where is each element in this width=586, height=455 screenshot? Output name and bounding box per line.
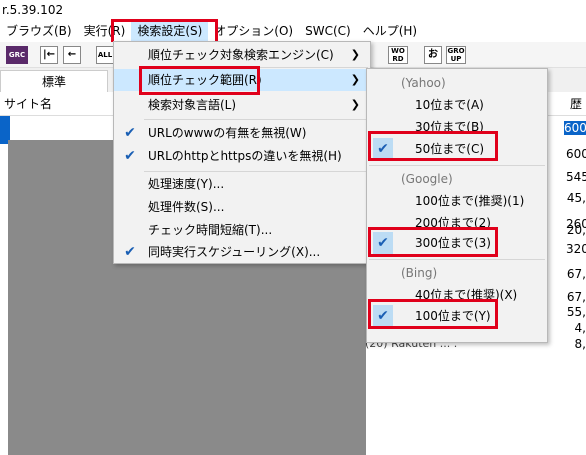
menu-item-label: URLのhttpとhttpsの違いを無視(H) xyxy=(148,149,342,163)
separator xyxy=(369,259,545,260)
menu-item-time-shorten[interactable]: チェック時間短縮(T)... xyxy=(114,219,370,241)
menu-item-label: 200位まで(2) xyxy=(415,216,491,230)
menu-item-search-language[interactable]: 検索対象言語(L) ❯ xyxy=(114,94,370,116)
menu-item-scheduling[interactable]: ✔ 同時実行スケジューリング(X)... xyxy=(114,241,370,263)
menu-item-label: 順位チェック範囲(R) xyxy=(148,73,262,87)
separator xyxy=(369,165,545,166)
menu-item-label: 順位チェック対象検索エンジン(C) xyxy=(148,48,334,62)
o-button[interactable]: お xyxy=(424,46,442,64)
menu-item-label: 50位まで(C) xyxy=(415,142,485,156)
table-cell: 67, xyxy=(566,290,586,304)
submenu-item-yahoo-30[interactable]: 30位まで(B) xyxy=(367,116,547,138)
submenu-arrow-icon: ❯ xyxy=(350,98,360,111)
submenu-item-bing-100[interactable]: ✔ 100位まで(Y) xyxy=(367,305,547,327)
tab-standard[interactable]: 標準 xyxy=(0,70,108,92)
menu-item-search-engines[interactable]: 順位チェック対象検索エンジン(C) ❯ xyxy=(114,44,370,66)
submenu-item-yahoo-10[interactable]: 10位まで(A) xyxy=(367,94,547,116)
prev-button[interactable]: ← xyxy=(63,46,81,64)
menu-help[interactable]: ヘルプ(H) xyxy=(357,20,423,42)
table-cell: 600, xyxy=(566,147,586,161)
checkmark-icon: ✔ xyxy=(124,244,136,260)
checkmark-icon: ✔ xyxy=(373,232,393,254)
checkmark-icon: ✔ xyxy=(124,125,136,141)
group-header-yahoo: (Yahoo) xyxy=(401,76,446,90)
menu-search-settings[interactable]: 検索設定(S) xyxy=(131,20,209,42)
first-button[interactable]: |← xyxy=(40,46,58,64)
table-cell: 45, xyxy=(566,191,586,205)
menu-browse[interactable]: ブラウズ(B) xyxy=(0,20,78,42)
table-cell: 20, xyxy=(566,223,586,237)
menu-item-speed[interactable]: 処理速度(Y)... xyxy=(114,173,370,195)
all-button[interactable]: ALL xyxy=(96,46,114,64)
submenu-item-bing-40[interactable]: 40位まで(推奨)(X) xyxy=(367,284,547,306)
menu-run[interactable]: 実行(R) xyxy=(78,20,132,42)
menu-item-label: 処理件数(S)... xyxy=(148,200,225,214)
menu-item-label: 300位まで(3) xyxy=(415,236,491,250)
checkmark-icon: ✔ xyxy=(373,305,393,327)
column-site-name[interactable]: サイト名 xyxy=(4,92,52,116)
group-header-google: (Google) xyxy=(401,172,453,186)
separator xyxy=(144,67,368,68)
submenu-item-google-300[interactable]: ✔ 300位まで(3) xyxy=(367,232,547,254)
column-history[interactable]: 歴 xyxy=(570,92,582,116)
checkmark-icon: ✔ xyxy=(124,148,136,164)
table-cell: 320, xyxy=(566,242,586,256)
grc-button[interactable]: GRC xyxy=(6,46,28,64)
menu-item-check-range[interactable]: 順位チェック範囲(R) ❯ xyxy=(114,69,370,91)
checkmark-icon: ✔ xyxy=(373,138,393,160)
table-cell: 545, xyxy=(566,170,586,184)
table-cell: 600, xyxy=(564,121,586,135)
menu-item-label: 100位まで(Y) xyxy=(415,309,491,323)
menu-item-ignore-www[interactable]: ✔ URLのwwwの有無を無視(W) xyxy=(114,122,370,144)
menu-item-label: 処理速度(Y)... xyxy=(148,177,225,191)
table-cell: 4, xyxy=(574,321,586,335)
window-title: r.5.39.102 xyxy=(0,0,586,20)
search-settings-menu: 順位チェック対象検索エンジン(C) ❯ 順位チェック範囲(R) ❯ 検索対象言語… xyxy=(113,41,371,264)
submenu-item-yahoo-50[interactable]: ✔ 50位まで(C) xyxy=(367,138,547,160)
menu-item-label: チェック時間短縮(T)... xyxy=(148,223,273,237)
word-button[interactable]: WO RD xyxy=(388,46,408,64)
submenu-item-google-100[interactable]: 100位まで(推奨)(1) xyxy=(367,190,547,212)
group-header-bing: (Bing) xyxy=(401,266,438,280)
submenu-item-google-200[interactable]: 200位まで(2) xyxy=(367,212,547,234)
menu-item-label: URLのwwwの有無を無視(W) xyxy=(148,126,307,140)
menu-item-label: 30位まで(B) xyxy=(415,120,484,134)
menu-item-label: 100位まで(推奨)(1) xyxy=(415,194,525,208)
submenu-arrow-icon: ❯ xyxy=(350,48,360,61)
separator xyxy=(144,119,368,120)
submenu-arrow-icon: ❯ xyxy=(350,73,360,86)
separator xyxy=(144,171,368,172)
menu-item-label: 40位まで(推奨)(X) xyxy=(415,288,518,302)
menu-item-ignore-https[interactable]: ✔ URLのhttpとhttpsの違いを無視(H) xyxy=(114,145,370,167)
table-cell: 55, xyxy=(566,305,586,319)
table-cell: 8, xyxy=(574,337,586,351)
menu-item-label: 同時実行スケジューリング(X)... xyxy=(148,245,321,259)
menu-swc[interactable]: SWC(C) xyxy=(299,20,357,42)
menu-item-label: 10位まで(A) xyxy=(415,98,484,112)
menu-bar: ブラウズ(B) 実行(R) 検索設定(S) オプション(O) SWC(C) ヘル… xyxy=(0,20,586,42)
menu-options[interactable]: オプション(O) xyxy=(208,20,299,42)
table-cell: 67, xyxy=(566,267,586,281)
menu-item-label: 検索対象言語(L) xyxy=(148,98,237,112)
check-range-submenu: (Yahoo) 10位まで(A) 30位まで(B) ✔ 50位まで(C) (Go… xyxy=(366,68,548,343)
menu-item-count[interactable]: 処理件数(S)... xyxy=(114,196,370,218)
group-button[interactable]: GRO UP xyxy=(446,46,466,64)
